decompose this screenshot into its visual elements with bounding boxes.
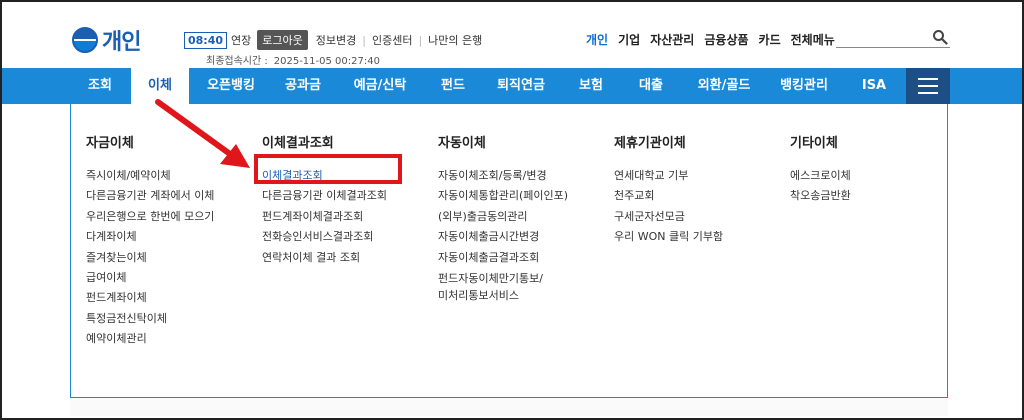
top-nav-products[interactable]: 금융상품 (704, 31, 748, 48)
session-timer: 08:40 (184, 31, 228, 49)
top-nav-corporate[interactable]: 기업 (618, 31, 640, 48)
submenu-link[interactable]: 착오송금반환 (790, 186, 851, 206)
menu-utility-bills[interactable]: 공과금 (274, 68, 332, 104)
menu-pension[interactable]: 퇴직연금 (486, 68, 556, 104)
menu-banking-mgmt[interactable]: 뱅킹관리 (766, 68, 842, 104)
submenu-link[interactable]: 우리 WON 클릭 기부함 (614, 227, 723, 247)
submenu-link[interactable]: 다계좌이체 (86, 227, 214, 247)
submenu-link[interactable]: 구세군자선모금 (614, 207, 723, 227)
submenu-link[interactable]: 전화승인서비스결과조회 (262, 227, 387, 247)
menu-loan[interactable]: 대출 (626, 68, 676, 104)
submenu-link[interactable]: 연세대학교 기부 (614, 166, 723, 186)
highlight-box (254, 154, 402, 184)
submenu-link[interactable]: 천주교회 (614, 186, 723, 206)
submenu-link[interactable]: 급여이체 (86, 268, 214, 288)
submenu-link[interactable]: 예약이체관리 (86, 329, 214, 349)
info-change-link[interactable]: 정보변경 (316, 32, 356, 48)
submenu-column-partner-transfer: 제휴기관이체 연세대학교 기부 천주교회 구세군자선모금 우리 WON 클릭 기… (614, 132, 723, 248)
top-nav: 개인 기업 자산관리 금융상품 카드 전체메뉴 (586, 31, 845, 48)
submenu-link[interactable]: 즐겨찾는이체 (86, 248, 214, 268)
extend-session-button[interactable]: 연장 (231, 32, 251, 48)
pointer-arrow-icon (155, 99, 250, 168)
submenu-link[interactable]: 펀드계좌이체 (86, 288, 214, 308)
submenu-link[interactable]: 다른금융기관 계좌에서 이체 (86, 186, 214, 206)
hamburger-icon[interactable] (906, 68, 950, 104)
last-login-value: 2025-11-05 00:27:40 (273, 56, 380, 67)
submenu-column-other-transfer: 기타이체 에스크로이체 착오송금반환 (790, 132, 851, 207)
bank-logo[interactable]: 개인 (72, 24, 141, 56)
top-nav-all-menu[interactable]: 전체메뉴 (791, 31, 835, 48)
column-title: 제휴기관이체 (614, 136, 686, 151)
divider: | (418, 33, 423, 47)
submenu-column-auto-transfer: 자동이체 자동이체조회/등록/변경 자동이체통합관리(페이인포) (외부)출금동… (438, 132, 568, 304)
last-login-label: 최종접속시간 : (206, 56, 268, 67)
submenu-link[interactable]: 펀드계좌이체결과조회 (262, 207, 387, 227)
top-nav-asset[interactable]: 자산관리 (650, 31, 694, 48)
submenu-link[interactable]: 연락처이체 결과 조회 (262, 248, 387, 268)
column-title: 자동이체 (438, 136, 486, 151)
column-title: 이체결과조회 (262, 136, 334, 151)
top-nav-personal[interactable]: 개인 (586, 31, 608, 48)
submenu-link[interactable]: 자동이체조회/등록/변경 (438, 166, 568, 186)
search-input[interactable] (836, 28, 950, 48)
submenu-link[interactable]: 다른금융기관 이체결과조회 (262, 186, 387, 206)
menu-deposit-trust[interactable]: 예금/신탁 (342, 68, 418, 104)
submenu-link[interactable]: 펀드자동이체만기통보/ (438, 270, 568, 287)
top-nav-card[interactable]: 카드 (759, 31, 781, 48)
submenu-link[interactable]: 자동이체출금결과조회 (438, 248, 568, 268)
menu-fund[interactable]: 펀드 (430, 68, 476, 104)
logo-text: 개인 (102, 30, 141, 55)
search-icon[interactable] (932, 29, 948, 45)
submenu-link[interactable]: 특정금전신탁이체 (86, 309, 214, 329)
column-title: 기타이체 (790, 136, 838, 151)
cert-center-link[interactable]: 인증센터 (372, 32, 412, 48)
menu-insurance[interactable]: 보험 (566, 68, 616, 104)
menu-forex-gold[interactable]: 외환/골드 (684, 68, 764, 104)
submenu-link[interactable]: 에스크로이체 (790, 166, 851, 186)
submenu-link[interactable]: 자동이체출금시간변경 (438, 227, 568, 247)
menu-inquiry[interactable]: 조회 (76, 68, 124, 104)
menu-isa[interactable]: ISA (854, 68, 894, 104)
submenu-link[interactable]: 우리은행으로 한번에 모으기 (86, 207, 214, 227)
submenu-column-transfer-results: 이체결과조회 이체결과조회 다른금융기관 이체결과조회 펀드계좌이체결과조회 전… (262, 132, 387, 268)
logo-icon (72, 27, 98, 53)
last-login: 최종접속시간 : 2025-11-05 00:27:40 (206, 52, 380, 67)
submenu-link[interactable]: 자동이체통합관리(페이인포) (438, 186, 568, 206)
submenu-link[interactable]: (외부)출금동의관리 (438, 207, 568, 227)
my-bank-link[interactable]: 나만의 은행 (428, 32, 482, 48)
page-background-strip (70, 398, 948, 416)
logout-button[interactable]: 로그아웃 (257, 30, 308, 50)
session-bar: 08:40 연장 로그아웃 정보변경 | 인증센터 | 나만의 은행 (184, 30, 482, 50)
submenu-link[interactable]: 미처리통보서비스 (438, 287, 568, 304)
divider: | (362, 33, 366, 47)
